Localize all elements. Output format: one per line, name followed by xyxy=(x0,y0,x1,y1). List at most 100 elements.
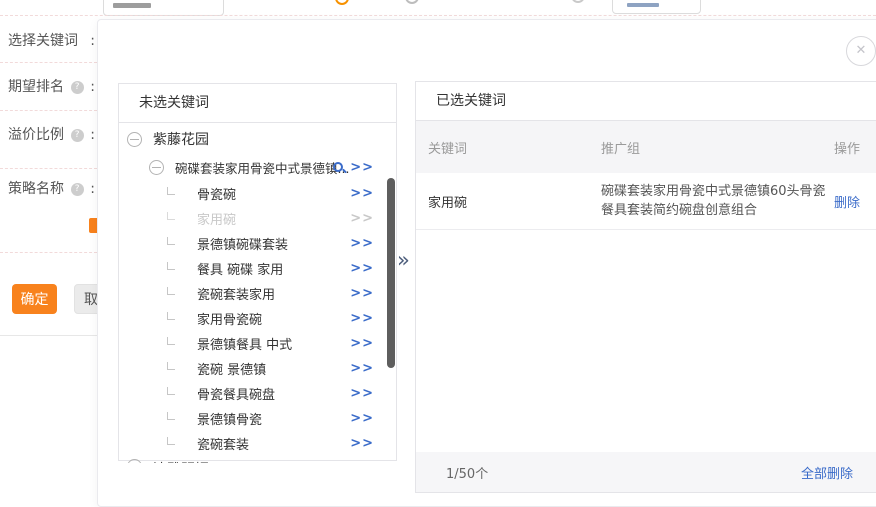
form-field-row: 选择关键词 ? : xyxy=(8,34,95,48)
tree-row[interactable]: 紫藤花园 >> xyxy=(119,125,396,153)
tree-row[interactable]: 景德镇餐具 中式 >> xyxy=(119,331,396,356)
keyword-label: 骨瓷碗 xyxy=(197,184,236,203)
tree-row[interactable]: 骨瓷餐具碗盘 >> xyxy=(119,381,396,406)
cell-keyword: 家用碗 xyxy=(428,192,601,211)
add-keyword-link[interactable]: >> xyxy=(350,386,374,401)
form-field-row: 溢价比例 ? : xyxy=(8,128,95,142)
add-keyword-link[interactable]: >> xyxy=(350,311,374,326)
truncated-input-text xyxy=(113,3,151,8)
keyword-select-dialog: ✕ 未选关键词 紫藤花园 >> 碗碟套装 xyxy=(97,19,876,507)
tree-row[interactable]: 碗碟套装家用骨瓷中式景德镇... >> xyxy=(119,153,396,181)
keyword-label: 紫藤花园 xyxy=(153,129,209,149)
add-keyword-link[interactable]: >> xyxy=(350,211,374,226)
tree-row[interactable]: 瓷碗套装 >> xyxy=(119,431,396,456)
truncated-input-top-right[interactable] xyxy=(612,0,701,14)
search-icon[interactable] xyxy=(332,160,347,175)
add-keyword-link[interactable]: >> xyxy=(350,336,374,351)
tree-row[interactable]: 景德镇骨瓷 >> xyxy=(119,406,396,431)
add-keyword-link[interactable]: >> xyxy=(350,186,374,201)
dashed-divider xyxy=(0,252,97,253)
truncated-input-top-left[interactable] xyxy=(103,0,224,16)
form-field-colon: : xyxy=(90,80,95,94)
tree-branch-icon xyxy=(167,312,175,320)
confirm-button[interactable]: 确定 xyxy=(12,284,57,314)
keyword-label: 餐具 碗碟 家用 xyxy=(197,259,283,278)
transfer-right-icon[interactable]: » xyxy=(397,248,410,272)
keyword-label: 骨瓷餐具碗盘 xyxy=(197,384,275,403)
unselected-panel-title: 未选关键词 xyxy=(119,84,396,123)
collapse-minus-icon[interactable] xyxy=(127,459,142,463)
keyword-label: 景德镇碗碟套装 xyxy=(197,234,288,253)
form-field-colon: : xyxy=(90,182,95,196)
add-keyword-link[interactable]: >> xyxy=(350,411,374,426)
cell-group: 碗碟套装家用骨瓷中式景德镇60头骨瓷餐具套装简约碗盘创意组合 xyxy=(601,184,826,218)
column-header-action: 操作 xyxy=(834,138,876,157)
keyword-label: 家用骨瓷碗 xyxy=(197,309,262,328)
tree-row[interactable]: 瓷碗套装家用 >> xyxy=(119,281,396,306)
selected-table-header: 关键词 推广组 操作 xyxy=(416,121,876,173)
keyword-tree: 紫藤花园 >> 碗碟套装家用骨瓷中式景德镇... >> xyxy=(119,123,396,463)
delete-all-link[interactable]: 全部删除 xyxy=(801,463,853,482)
tree-row[interactable]: 家用碗 >> xyxy=(119,206,396,231)
selected-panel-title: 已选关键词 xyxy=(416,82,876,121)
add-keyword-link[interactable]: >> xyxy=(350,160,374,175)
tree-branch-icon xyxy=(167,437,175,445)
selected-count: 1/50个 xyxy=(446,463,488,482)
tree-branch-icon xyxy=(167,212,175,220)
tree-branch-icon xyxy=(167,362,175,370)
step-circle-gray-icon xyxy=(405,0,419,4)
form-field-label: 期望排名 xyxy=(8,80,64,94)
tree-row[interactable]: 餐具 碗碟 家用 >> xyxy=(119,256,396,281)
form-field-label: 溢价比例 xyxy=(8,128,64,142)
dashed-divider xyxy=(0,110,97,111)
selected-panel-footer: 1/50个 全部删除 xyxy=(416,452,876,492)
add-keyword-link[interactable]: >> xyxy=(350,236,374,251)
form-field-label: 策略名称 xyxy=(8,182,64,196)
tree-branch-icon xyxy=(167,412,175,420)
close-icon[interactable]: ✕ xyxy=(846,36,876,66)
form-field-colon: : xyxy=(90,128,95,142)
keyword-label: 碗碟套装家用骨瓷中式景德镇... xyxy=(175,158,349,177)
keyword-label: 家用碗 xyxy=(197,209,236,228)
truncated-input-text xyxy=(627,3,659,7)
table-row: 家用碗 碗碟套装家用骨瓷中式景德镇60头骨瓷餐具套装简约碗盘创意组合 删除 xyxy=(416,173,876,230)
keyword-label: 瓷碗套装 xyxy=(197,434,249,453)
tree-branch-icon xyxy=(167,337,175,345)
tree-branch-icon xyxy=(167,287,175,295)
tree-branch-icon xyxy=(167,387,175,395)
column-header-group: 推广组 xyxy=(601,138,834,157)
form-field-row: 策略名称 ? : xyxy=(8,182,95,196)
tree-row[interactable]: 骨瓷碗 >> xyxy=(119,181,396,206)
keyword-label: 景德镇餐具 中式 xyxy=(197,334,292,353)
step-circle-orange-icon xyxy=(335,0,349,5)
keyword-label: 瓷碗套装家用 xyxy=(197,284,275,303)
tree-row[interactable]: 清雅明媚 >> xyxy=(119,456,396,463)
keyword-label: 景德镇骨瓷 xyxy=(197,409,262,428)
keyword-label: 清雅明媚 xyxy=(153,459,209,463)
add-keyword-link[interactable]: >> xyxy=(350,286,374,301)
tree-branch-icon xyxy=(167,237,175,245)
tree-row[interactable]: 家用骨瓷碗 >> xyxy=(119,306,396,331)
add-keyword-link[interactable]: >> xyxy=(350,361,374,376)
help-icon[interactable]: ? xyxy=(71,129,84,142)
dashed-divider xyxy=(0,168,97,169)
dashed-divider xyxy=(0,62,97,63)
add-keyword-link[interactable]: >> xyxy=(350,261,374,276)
tree-row[interactable]: 瓷碗 景德镇 >> xyxy=(119,356,396,381)
section-divider xyxy=(0,335,97,336)
selected-keywords-panel: 已选关键词 关键词 推广组 操作 家用碗 碗碟套装家用骨瓷中式景德镇60头骨瓷餐… xyxy=(415,81,876,493)
selected-table-body: 家用碗 碗碟套装家用骨瓷中式景德镇60头骨瓷餐具套装简约碗盘创意组合 删除 xyxy=(416,173,876,230)
tree-row[interactable]: 景德镇碗碟套装 >> xyxy=(119,231,396,256)
form-field-label: 选择关键词 xyxy=(8,34,78,48)
column-header-keyword: 关键词 xyxy=(428,138,601,157)
help-icon[interactable]: ? xyxy=(71,81,84,94)
form-label-column: 选择关键词 ? : 期望排名 ? : 溢价比例 ? : 策略名称 ? : xyxy=(8,34,95,196)
add-keyword-link[interactable]: >> xyxy=(350,436,374,451)
tree-branch-icon xyxy=(167,262,175,270)
form-field-colon: : xyxy=(90,34,95,48)
help-icon[interactable]: ? xyxy=(71,183,84,196)
collapse-minus-icon[interactable] xyxy=(149,160,164,175)
delete-link[interactable]: 删除 xyxy=(834,196,860,211)
collapse-minus-icon[interactable] xyxy=(127,132,142,147)
keyword-label: 瓷碗 景德镇 xyxy=(197,359,266,378)
